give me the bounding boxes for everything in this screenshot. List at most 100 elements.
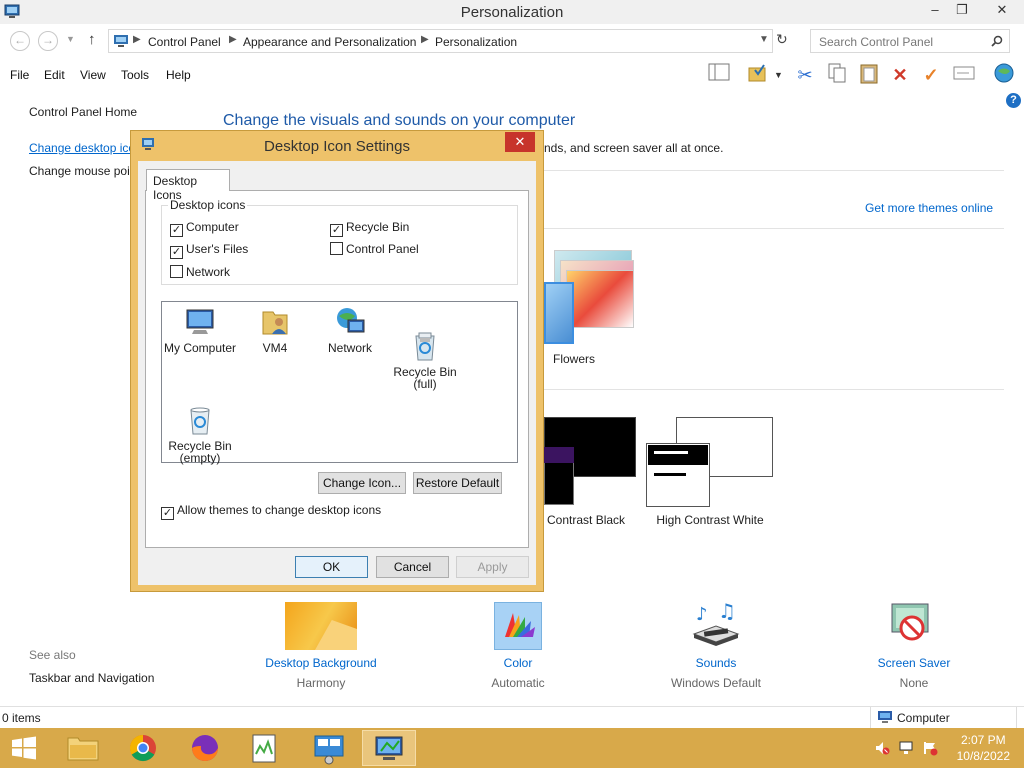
menu-bar: File Edit View Tools Help ▼ ✂ ✕ ✓ [0, 62, 1024, 88]
desktop-background-thumbnail[interactable] [285, 602, 357, 650]
list-item[interactable]: My Computer [162, 306, 238, 354]
control-panel-checkbox[interactable]: Control Panel [330, 242, 419, 256]
search-input[interactable]: Search Control Panel [810, 29, 1010, 53]
taskbar-chrome[interactable] [116, 730, 170, 766]
paste-icon[interactable] [856, 62, 882, 88]
copy-icon[interactable] [824, 62, 850, 88]
allow-themes-checkbox[interactable]: ✓ Allow themes to change desktop icons [161, 503, 381, 520]
refresh-icon[interactable]: ↻ [776, 31, 788, 48]
computer-checkbox[interactable]: ✓ Computer [170, 220, 239, 237]
forward-button[interactable]: → [38, 31, 58, 51]
search-icon[interactable] [991, 35, 1003, 47]
taskbar-control-panel[interactable] [362, 730, 416, 766]
sounds-icon: ♪ ♫ [692, 599, 740, 646]
address-bar[interactable]: ▶ Control Panel ▶ Appearance and Persona… [108, 29, 773, 53]
check-icon: ✓ [170, 246, 183, 259]
menu-tools[interactable]: Tools [121, 68, 149, 82]
taskbar-file-explorer[interactable] [56, 730, 110, 766]
menu-view[interactable]: View [80, 68, 106, 82]
menu-edit[interactable]: Edit [44, 68, 65, 82]
recycle-bin-empty-icon [184, 392, 216, 435]
screen-saver-thumbnail[interactable] [888, 600, 940, 650]
cut-icon[interactable]: ✂ [792, 62, 818, 88]
color-link[interactable]: Color [478, 656, 558, 670]
close-button[interactable]: ✕ [987, 0, 1017, 22]
change-icon-button[interactable]: Change Icon... [318, 472, 406, 494]
color-thumbnail[interactable] [494, 602, 542, 650]
rename-icon[interactable] [951, 62, 977, 88]
taskbar-notepad-plus[interactable] [238, 730, 292, 766]
start-button[interactable] [0, 730, 48, 766]
computer-icon [878, 711, 892, 723]
window-title: Personalization [460, 4, 564, 21]
globe-icon[interactable] [991, 62, 1017, 88]
get-more-themes-link[interactable]: Get more themes online [865, 201, 993, 215]
list-item[interactable]: Recycle Bin (full) [387, 306, 463, 390]
color-value: Automatic [491, 676, 545, 690]
ok-button[interactable]: OK [295, 556, 368, 578]
action-center-icon[interactable] [922, 740, 938, 756]
see-also-label: See also [29, 648, 76, 662]
dialog-close-button[interactable]: ✕ [505, 132, 535, 152]
divider [544, 228, 1004, 229]
users-files-checkbox[interactable]: ✓ User's Files [170, 242, 248, 259]
taskbar-navigation-link[interactable]: Taskbar and Navigation [29, 671, 154, 685]
notepad-plus-icon [252, 734, 276, 763]
sounds-link[interactable]: Sounds [660, 656, 772, 670]
system-clock[interactable]: 2:07 PM 10/8/2022 [957, 732, 1010, 764]
sounds-thumbnail[interactable]: ♪ ♫ [690, 599, 742, 650]
minimize-button[interactable]: – [920, 0, 950, 22]
list-item[interactable]: VM4 [237, 306, 313, 354]
properties-check-icon[interactable]: ✓ [918, 62, 944, 88]
address-dropdown-icon[interactable]: ▼ [759, 34, 769, 45]
apply-button[interactable]: Apply [456, 556, 529, 578]
breadcrumb-chevron-icon[interactable]: ▶ [421, 34, 429, 45]
breadcrumb-personalization[interactable]: Personalization [435, 35, 517, 49]
cancel-button[interactable]: Cancel [376, 556, 449, 578]
desktop-icon-settings-dialog: Desktop Icon Settings ✕ Desktop Icons De… [130, 130, 544, 592]
chevron-down-icon[interactable]: ▼ [774, 70, 783, 80]
check-icon: ✓ [170, 224, 183, 237]
help-icon[interactable]: ? [1006, 93, 1021, 108]
delete-icon[interactable]: ✕ [887, 62, 913, 88]
recycle-bin-full-icon [409, 318, 441, 361]
screen-saver-link[interactable]: Screen Saver [860, 656, 968, 670]
control-panel-icon [375, 736, 403, 760]
recent-pages-icon[interactable]: ▼ [66, 34, 75, 44]
menu-help[interactable]: Help [166, 68, 191, 82]
theme-high-contrast-white-thumbnail[interactable] [646, 417, 774, 507]
breadcrumb-control-panel[interactable]: Control Panel [148, 35, 221, 49]
breadcrumb-appearance[interactable]: Appearance and Personalization [243, 35, 416, 49]
taskbar-firefox[interactable] [178, 730, 232, 766]
network-status-icon[interactable] [898, 740, 914, 756]
recycle-bin-checkbox[interactable]: ✓ Recycle Bin [330, 220, 409, 237]
maximize-button[interactable]: ❐ [947, 0, 977, 22]
theme-flowers-thumbnail[interactable] [544, 250, 636, 346]
title-bar: Personalization – ❐ ✕ [0, 0, 1024, 24]
list-item[interactable]: Network [312, 306, 388, 354]
tab-desktop-icons[interactable]: Desktop Icons [146, 169, 230, 202]
network-checkbox[interactable]: Network [170, 265, 230, 279]
desktop-background-link[interactable]: Desktop Background [255, 656, 387, 670]
page-heading: Change the visuals and sounds on your co… [223, 112, 576, 129]
folder-options-icon[interactable] [745, 62, 771, 88]
restore-default-button[interactable]: Restore Default [413, 472, 502, 494]
breadcrumb-chevron-icon[interactable]: ▶ [133, 34, 141, 45]
up-button[interactable]: ↑ [88, 31, 96, 48]
change-mouse-pointers-link[interactable]: Change mouse poi [29, 164, 130, 178]
navigation-bar: ← → ▼ ↑ ▶ Control Panel ▶ Appearance and… [0, 28, 1024, 54]
list-item[interactable]: Recycle Bin (empty) [162, 380, 238, 464]
computer-icon [184, 306, 216, 338]
menu-file[interactable]: File [10, 68, 29, 82]
change-desktop-icons-link[interactable]: Change desktop ico [29, 141, 135, 155]
user-folder-icon [259, 306, 291, 338]
volume-muted-icon[interactable] [874, 740, 890, 756]
back-button[interactable]: ← [10, 31, 30, 51]
theme-high-contrast-black-thumbnail[interactable] [544, 417, 636, 505]
breadcrumb-chevron-icon[interactable]: ▶ [229, 34, 237, 45]
control-panel-home-link[interactable]: Control Panel Home [29, 105, 137, 119]
taskbar-remote-desktop[interactable] [302, 730, 356, 766]
desktop-icon-list[interactable]: My Computer VM4 Network Recycle Bin (ful… [161, 301, 518, 464]
remote-desktop-icon [314, 735, 344, 765]
layout-pane-icon[interactable] [706, 62, 732, 88]
